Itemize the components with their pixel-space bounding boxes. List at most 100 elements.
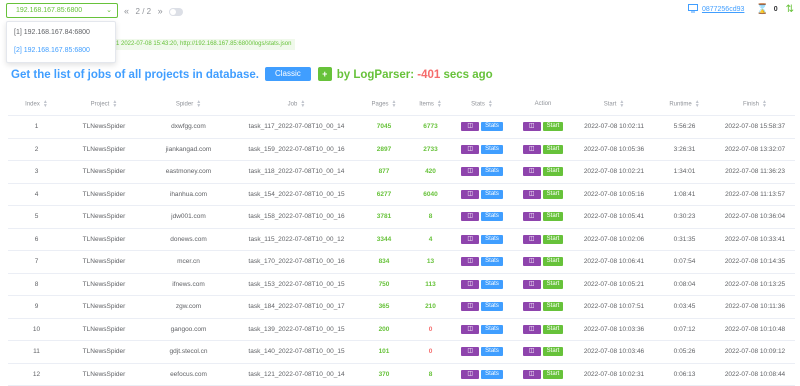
sort-arrows-icon[interactable]: ▲ ▼ — [437, 100, 442, 109]
sitemap-icon[interactable]: ◫ — [461, 234, 480, 244]
pager-first-button[interactable]: « — [124, 6, 129, 16]
sitemap-icon[interactable]: ◫ — [461, 122, 480, 132]
cell-project: TLNewsSpider — [65, 318, 143, 341]
cell-job[interactable]: task_153_2022-07-08T10_00_15 — [234, 273, 359, 296]
sort-arrows-icon[interactable]: ▲ ▼ — [762, 100, 767, 109]
sitemap-icon[interactable]: ◫ — [461, 257, 480, 267]
start-button[interactable]: Start — [542, 167, 564, 177]
column-header-action[interactable]: Action — [512, 93, 574, 116]
cell-job[interactable]: task_121_2022-07-08T10_00_14 — [234, 363, 359, 386]
start-button[interactable]: Start — [542, 122, 564, 132]
column-header-runtime[interactable]: Runtime ▲ ▼ — [654, 93, 715, 116]
sitemap-icon[interactable]: ◫ — [461, 302, 480, 312]
sitemap-icon[interactable]: ◫ — [461, 189, 480, 199]
column-header-label: Stats — [471, 101, 485, 108]
sort-arrows-icon[interactable]: ▲ ▼ — [112, 100, 117, 109]
start-button[interactable]: Start — [542, 212, 564, 222]
sort-arrows-icon[interactable]: ▲ ▼ — [300, 100, 305, 109]
stats-button[interactable]: Stats — [481, 167, 503, 177]
column-header-stats[interactable]: Stats ▲ ▼ — [452, 93, 512, 116]
token-link[interactable]: 0877256cd93 — [702, 6, 744, 13]
cell-job[interactable]: task_140_2022-07-08T10_00_15 — [234, 340, 359, 364]
stats-button[interactable]: Stats — [481, 122, 503, 132]
cell-job[interactable]: task_154_2022-07-08T10_00_15 — [234, 183, 359, 206]
stats-button[interactable]: Stats — [481, 234, 503, 244]
sitemap-icon[interactable]: ◫ — [522, 212, 541, 222]
sitemap-icon[interactable]: ◫ — [522, 302, 541, 312]
stats-button[interactable]: Stats — [481, 279, 503, 289]
sort-arrows-icon[interactable]: ▲ ▼ — [619, 100, 624, 109]
sitemap-icon[interactable]: ◫ — [461, 369, 480, 379]
top-right-status: 0877256cd93 ⌛ 0 ⇅ — [688, 4, 794, 15]
pager-last-button[interactable]: » — [158, 6, 163, 16]
auto-refresh-toggle[interactable] — [169, 7, 184, 16]
sitemap-icon[interactable]: ◫ — [461, 144, 480, 154]
stats-button[interactable]: Stats — [481, 324, 503, 334]
up-down-arrow-icon[interactable]: ⇅ — [786, 4, 794, 15]
sitemap-icon[interactable]: ◫ — [522, 324, 541, 334]
stats-button[interactable]: Stats — [481, 212, 503, 222]
cell-job[interactable]: task_159_2022-07-08T10_00_16 — [234, 138, 359, 161]
cell-items: 4 — [409, 228, 452, 251]
cell-job[interactable]: task_139_2022-07-08T10_00_15 — [234, 318, 359, 341]
start-button[interactable]: Start — [542, 347, 564, 357]
stats-button[interactable]: Stats — [481, 257, 503, 267]
cell-spider: eastmoney.com — [143, 160, 234, 184]
cell-index: 12 — [8, 363, 65, 386]
sitemap-icon[interactable]: ◫ — [522, 257, 541, 267]
sitemap-icon[interactable]: ◫ — [522, 189, 541, 199]
start-button[interactable]: Start — [542, 189, 564, 199]
start-button[interactable]: Start — [542, 369, 564, 379]
start-button[interactable]: Start — [542, 257, 564, 267]
jobs-table: Index ▲ ▼ Project ▲ ▼ Spider ▲ ▼ Job ▲ ▼ Pages ▲ ▼ Item… — [8, 93, 795, 386]
sitemap-icon[interactable]: ◫ — [461, 279, 480, 289]
column-header-pages[interactable]: Pages ▲ ▼ — [359, 93, 409, 116]
sitemap-icon[interactable]: ◫ — [522, 369, 541, 379]
server-option-1[interactable]: [1] 192.168.167.84:6800 — [7, 25, 115, 41]
server-option-2[interactable]: [2] 192.168.167.85:6800 — [7, 43, 115, 59]
sitemap-icon[interactable]: ◫ — [522, 234, 541, 244]
start-button[interactable]: Start — [542, 144, 564, 154]
column-header-finish[interactable]: Finish ▲ ▼ — [715, 93, 795, 116]
start-button[interactable]: Start — [542, 234, 564, 244]
stats-button[interactable]: Stats — [481, 189, 503, 199]
sitemap-icon[interactable]: ◫ — [522, 347, 541, 357]
sort-arrows-icon[interactable]: ▲ ▼ — [43, 100, 48, 109]
sitemap-icon[interactable]: ◫ — [461, 347, 480, 357]
stats-button[interactable]: Stats — [481, 302, 503, 312]
start-button[interactable]: Start — [542, 279, 564, 289]
sort-arrows-icon[interactable]: ▲ ▼ — [695, 100, 700, 109]
sort-arrows-icon[interactable]: ▲ ▼ — [392, 100, 397, 109]
add-button[interactable]: + — [317, 66, 332, 81]
cell-job[interactable]: task_184_2022-07-08T10_00_17 — [234, 295, 359, 319]
sitemap-icon[interactable]: ◫ — [522, 167, 541, 177]
column-header-job[interactable]: Job ▲ ▼ — [234, 93, 359, 116]
cell-start: 2022-07-08 10:07:51 — [574, 295, 654, 319]
cell-job[interactable]: task_115_2022-07-08T10_00_12 — [234, 228, 359, 251]
column-header-items[interactable]: Items ▲ ▼ — [409, 93, 452, 116]
column-header-index[interactable]: Index ▲ ▼ — [8, 93, 65, 116]
sort-arrows-icon[interactable]: ▲ ▼ — [196, 100, 201, 109]
sitemap-icon[interactable]: ◫ — [461, 324, 480, 334]
server-select[interactable]: 192.168.167.85:6800 ⌄ — [6, 3, 118, 18]
cell-spider: zgw.com — [143, 295, 234, 319]
sitemap-icon[interactable]: ◫ — [461, 212, 480, 222]
start-button[interactable]: Start — [542, 302, 564, 312]
stats-button[interactable]: Stats — [481, 347, 503, 357]
start-button[interactable]: Start — [542, 324, 564, 334]
sitemap-icon[interactable]: ◫ — [522, 144, 541, 154]
classic-button[interactable]: Classic — [264, 66, 311, 81]
sitemap-icon[interactable]: ◫ — [522, 122, 541, 132]
cell-job[interactable]: task_118_2022-07-08T10_00_14 — [234, 160, 359, 184]
cell-job[interactable]: task_158_2022-07-08T10_00_16 — [234, 205, 359, 229]
sitemap-icon[interactable]: ◫ — [522, 279, 541, 289]
sort-arrows-icon[interactable]: ▲ ▼ — [488, 100, 493, 109]
column-header-spider[interactable]: Spider ▲ ▼ — [143, 93, 234, 116]
column-header-start[interactable]: Start ▲ ▼ — [574, 93, 654, 116]
stats-button[interactable]: Stats — [481, 369, 503, 379]
cell-job[interactable]: task_117_2022-07-08T10_00_14 — [234, 115, 359, 139]
sitemap-icon[interactable]: ◫ — [461, 167, 480, 177]
cell-job[interactable]: task_170_2022-07-08T10_00_16 — [234, 250, 359, 274]
stats-button[interactable]: Stats — [481, 144, 503, 154]
column-header-project[interactable]: Project ▲ ▼ — [65, 93, 143, 116]
